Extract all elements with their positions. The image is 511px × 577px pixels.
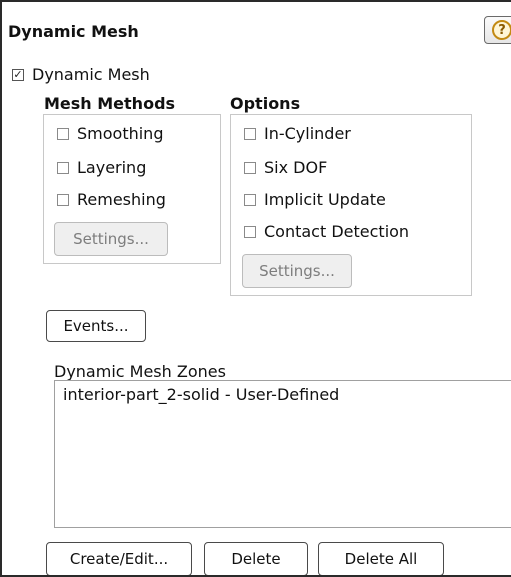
mesh-methods-title: Mesh Methods: [44, 94, 176, 113]
contact-detection-checkbox-row[interactable]: Contact Detection: [244, 222, 409, 241]
zones-title: Dynamic Mesh Zones: [54, 362, 226, 381]
panel-title: Dynamic Mesh: [8, 22, 139, 41]
implicit-update-checkbox[interactable]: [244, 193, 256, 206]
delete-all-button[interactable]: Delete All: [318, 542, 444, 575]
remeshing-checkbox[interactable]: [57, 193, 69, 206]
options-title: Options: [230, 94, 301, 113]
implicit-update-checkbox-row[interactable]: Implicit Update: [244, 190, 386, 209]
six-dof-checkbox[interactable]: [244, 161, 256, 174]
question-mark-icon: ?: [492, 20, 511, 40]
dynamic-mesh-checkbox[interactable]: ✓: [12, 68, 24, 81]
in-cylinder-label: In-Cylinder: [264, 124, 351, 143]
delete-button[interactable]: Delete: [204, 542, 308, 575]
six-dof-label: Six DOF: [264, 158, 328, 177]
contact-detection-label: Contact Detection: [264, 222, 410, 241]
dynamic-mesh-panel: Dynamic Mesh ? ✓ Dynamic Mesh Mesh Metho…: [0, 0, 511, 577]
layering-checkbox-row[interactable]: Layering: [57, 158, 146, 177]
in-cylinder-checkbox-row[interactable]: In-Cylinder: [244, 124, 351, 143]
contact-detection-checkbox[interactable]: [244, 225, 256, 238]
options-settings-button[interactable]: Settings...: [242, 254, 352, 288]
events-button[interactable]: Events...: [46, 310, 146, 342]
help-button[interactable]: ?: [484, 16, 511, 44]
list-item[interactable]: interior-part_2-solid - User-Defined: [55, 381, 511, 408]
remeshing-label: Remeshing: [77, 190, 166, 209]
create-edit-button[interactable]: Create/Edit...: [46, 542, 192, 575]
implicit-update-label: Implicit Update: [264, 190, 386, 209]
in-cylinder-checkbox[interactable]: [244, 127, 256, 140]
dynamic-mesh-checkbox-row[interactable]: ✓ Dynamic Mesh: [12, 65, 150, 84]
smoothing-checkbox[interactable]: [57, 127, 69, 140]
dynamic-mesh-checkbox-label: Dynamic Mesh: [32, 65, 150, 84]
smoothing-label: Smoothing: [77, 124, 164, 143]
remeshing-checkbox-row[interactable]: Remeshing: [57, 190, 166, 209]
layering-label: Layering: [77, 158, 147, 177]
six-dof-checkbox-row[interactable]: Six DOF: [244, 158, 327, 177]
mesh-methods-settings-button[interactable]: Settings...: [54, 222, 168, 256]
zones-list[interactable]: interior-part_2-solid - User-Defined: [54, 380, 511, 528]
layering-checkbox[interactable]: [57, 161, 69, 174]
smoothing-checkbox-row[interactable]: Smoothing: [57, 124, 163, 143]
